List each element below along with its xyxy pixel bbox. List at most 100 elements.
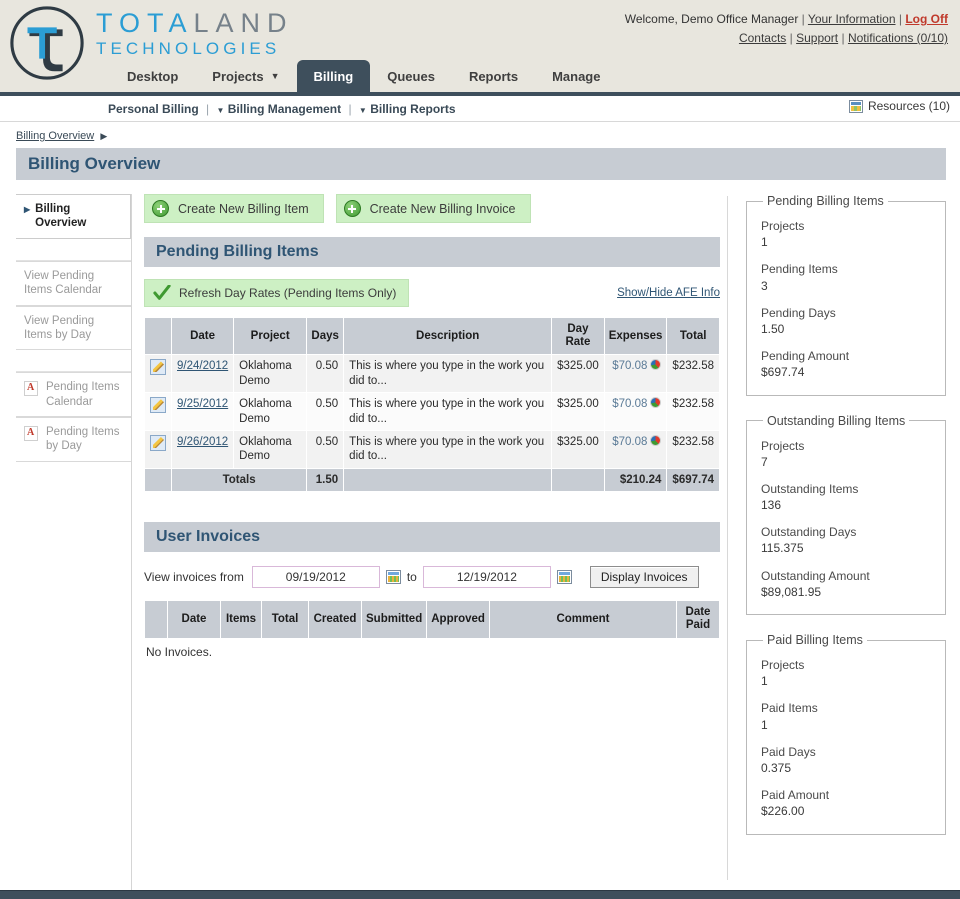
invoice-to-date-input[interactable]: [422, 566, 551, 589]
contacts-link[interactable]: Contacts: [739, 31, 786, 45]
col-header-items[interactable]: Items: [221, 601, 261, 638]
sidebar-item-label: Pending Items Calendar: [46, 381, 120, 408]
row-total-cell: $232.58: [667, 430, 719, 468]
create-new-billing-invoice-button[interactable]: Create New Billing Invoice: [335, 194, 531, 223]
row-description-cell: This is where you type in the work you d…: [344, 430, 552, 468]
col-header-days[interactable]: Days: [307, 318, 344, 355]
main-navigation: Desktop Projects ▼ Billing Queues Report…: [110, 60, 617, 92]
brand-tagline: TECHNOLOGIES: [96, 39, 281, 58]
create-billing-invoice-label: Create New Billing Invoice: [369, 201, 516, 216]
row-expenses-cell: $70.08: [604, 393, 667, 430]
subnav-item-billing-reports[interactable]: Billing Reports: [370, 102, 455, 116]
col-header-date[interactable]: Date: [172, 318, 234, 355]
sidebar-item-billing-overview[interactable]: ▶ Billing Overview: [16, 194, 131, 239]
sep-3: |: [789, 31, 793, 45]
nav-tab-reports[interactable]: Reports: [452, 60, 535, 92]
row-day-rate-cell: $325.00: [552, 430, 604, 468]
create-new-billing-item-button[interactable]: Create New Billing Item: [144, 194, 324, 223]
breadcrumb-item-billing-overview[interactable]: Billing Overview: [16, 130, 94, 142]
row-description-cell: This is where you type in the work you d…: [344, 393, 552, 430]
pie-chart-icon[interactable]: [650, 359, 662, 371]
col-header-date[interactable]: Date: [168, 601, 220, 638]
billing-item-date-link[interactable]: 9/25/2012: [177, 398, 228, 410]
resources-link[interactable]: Resources (10): [848, 99, 950, 113]
col-header-total[interactable]: Total: [667, 318, 719, 355]
col-header-submitted[interactable]: Submitted: [362, 601, 427, 638]
stat-pending-items: Pending Items 3: [761, 261, 935, 293]
col-header-comment[interactable]: Comment: [489, 601, 676, 638]
billing-item-date-link[interactable]: 9/26/2012: [177, 436, 228, 448]
col-header-project[interactable]: Project: [234, 318, 307, 355]
sep-4: |: [841, 31, 845, 45]
chevron-down-icon: ▼: [358, 105, 367, 115]
row-description-cell: This is where you type in the work you d…: [344, 355, 552, 393]
sidebar-item-label: View Pending Items by Day: [24, 314, 95, 341]
sep-2: |: [898, 12, 902, 26]
stat-key: Outstanding Amount: [761, 568, 870, 583]
green-plus-circle-icon: [152, 200, 169, 217]
refresh-day-rates-button[interactable]: Refresh Day Rates (Pending Items Only): [144, 279, 410, 307]
chevron-down-icon: ▼: [216, 105, 225, 115]
sidebar-item-pending-items-calendar-pdf[interactable]: Pending Items Calendar: [16, 372, 131, 417]
panel-title: Pending Billing Items: [767, 194, 884, 208]
stat-value: 1: [761, 674, 768, 689]
nav-tab-billing[interactable]: Billing: [296, 60, 371, 92]
totals-desc-spacer: [344, 468, 552, 492]
edit-pencil-icon[interactable]: [150, 359, 166, 376]
col-header-created[interactable]: Created: [309, 601, 361, 638]
notifications-link[interactable]: Notifications (0/10): [848, 31, 948, 45]
sidebar-item-pending-items-by-day-pdf[interactable]: Pending Items by Day: [16, 417, 131, 462]
subnav-item-personal-billing[interactable]: Personal Billing: [108, 102, 199, 116]
to-label: to: [406, 570, 417, 585]
col-header-date-paid[interactable]: Date Paid: [677, 601, 719, 638]
row-project-cell: Oklahoma Demo: [234, 430, 307, 468]
sidebar-item-view-pending-items-by-day[interactable]: View Pending Items by Day: [16, 305, 131, 351]
your-information-link[interactable]: Your Information: [808, 12, 896, 26]
nav-tab-label: Manage: [552, 68, 601, 84]
nav-tab-projects[interactable]: Projects ▼: [195, 60, 296, 92]
pdf-icon: [24, 381, 38, 397]
col-header-expenses[interactable]: Expenses: [604, 318, 667, 355]
nav-tab-queues[interactable]: Queues: [370, 60, 452, 92]
col-header-total[interactable]: Total: [262, 601, 308, 638]
main-content: Create New Billing Item Create New Billi…: [132, 194, 730, 894]
totals-rate-spacer: [552, 468, 604, 492]
col-header-approved[interactable]: Approved: [427, 601, 489, 638]
log-off-link[interactable]: Log Off: [905, 12, 948, 26]
col-header-description[interactable]: Description: [344, 318, 552, 355]
show-hide-afe-info-link[interactable]: Show/Hide AFE Info: [617, 287, 720, 299]
brand-name-part1: TOTA: [96, 8, 194, 38]
support-link[interactable]: Support: [796, 31, 838, 45]
app-header: TOTALAND TECHNOLOGIES Welcome, Demo Offi…: [0, 0, 960, 96]
sidebar-item-view-pending-items-calendar[interactable]: View Pending Items Calendar: [16, 260, 131, 306]
expenses-value: $70.08: [612, 398, 648, 411]
pie-chart-icon[interactable]: [650, 397, 662, 409]
triangle-right-icon: ▶: [24, 205, 31, 214]
stat-value: 0.375: [761, 760, 792, 775]
action-buttons: Create New Billing Item Create New Billi…: [144, 194, 720, 223]
grid-table-icon: [848, 99, 863, 113]
display-invoices-button[interactable]: Display Invoices: [589, 566, 699, 589]
col-header-edit: [145, 318, 171, 355]
stat-key: Projects: [761, 219, 805, 233]
row-days-cell: 0.50: [307, 430, 344, 468]
stat-outstanding-amount: Outstanding Amount $89,081.95: [761, 568, 935, 600]
stat-pending-amount: Pending Amount $697.74: [761, 348, 935, 380]
calendar-picker-icon[interactable]: [556, 570, 572, 585]
brand-wordmark: TOTALAND TECHNOLOGIES: [96, 8, 294, 58]
calendar-picker-icon[interactable]: [385, 570, 401, 585]
invoice-from-date-input[interactable]: [251, 566, 380, 589]
page-body: ▶ Billing Overview View Pending Items Ca…: [0, 180, 960, 894]
nav-tab-manage[interactable]: Manage: [535, 60, 617, 92]
edit-pencil-icon[interactable]: [150, 397, 166, 414]
totals-label: Totals: [172, 468, 307, 492]
billing-item-date-link[interactable]: 9/24/2012: [177, 360, 228, 372]
pie-chart-icon[interactable]: [650, 434, 662, 446]
stat-paid-days: Paid Days 0.375: [761, 744, 935, 776]
edit-pencil-icon[interactable]: [150, 434, 166, 451]
stat-key: Projects: [761, 438, 805, 453]
nav-tab-desktop[interactable]: Desktop: [110, 60, 195, 92]
nav-tab-label: Queues: [387, 68, 435, 84]
col-header-day-rate[interactable]: Day Rate: [552, 318, 604, 355]
subnav-item-billing-management[interactable]: Billing Management: [228, 102, 341, 116]
